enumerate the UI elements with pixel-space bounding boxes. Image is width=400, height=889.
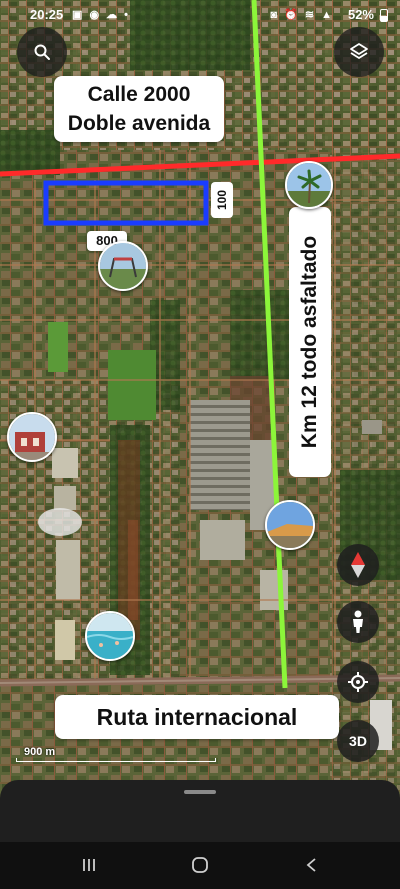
playground-photo-thumb	[100, 243, 146, 289]
back-icon	[306, 858, 316, 872]
status-bar: 20:25 ▣ ◉ ☁ • ◙ ⏰ ≋ ▲ 52%	[0, 0, 400, 30]
highway-label-text: Km 12 todo asfaltado	[298, 235, 321, 449]
street-label: Calle 2000 Doble avenida	[54, 76, 224, 142]
pegman-icon	[353, 610, 363, 633]
recent-apps-button[interactable]	[69, 850, 109, 880]
system-icons: ◙ ⏰ ≋ ▲	[270, 9, 334, 21]
battery-icon	[380, 9, 388, 22]
notification-icons: ▣ ◉ ☁ •	[72, 9, 131, 21]
navigation-bar	[0, 842, 400, 889]
layers-icon	[350, 43, 368, 59]
street-label-line-2: Doble avenida	[67, 112, 211, 135]
view-3d-button[interactable]: 3D	[337, 720, 379, 762]
building-photo-thumb	[9, 414, 55, 460]
photo-marker-warehouse[interactable]	[265, 500, 315, 550]
palm-photo-thumb	[287, 163, 331, 207]
battery-percent: 52%	[347, 7, 374, 22]
compass-icon	[351, 552, 365, 578]
home-icon	[192, 857, 208, 873]
pool-photo-thumb	[87, 613, 133, 659]
warehouse-photo-thumb	[267, 502, 313, 548]
highway-label: Km 12 todo asfaltado	[289, 207, 331, 477]
photo-marker-building[interactable]	[7, 412, 57, 462]
plot-width-text: 100	[215, 189, 229, 211]
photo-marker-playground[interactable]	[98, 241, 148, 291]
scale-label: 900 m	[24, 746, 56, 758]
layers-button[interactable]	[334, 27, 384, 77]
my-location-button[interactable]	[337, 661, 379, 703]
compass-button[interactable]	[337, 544, 379, 586]
photo-marker-pool[interactable]	[85, 611, 135, 661]
search-icon	[34, 44, 50, 60]
street-label-line-1: Calle 2000	[87, 83, 191, 106]
plot-width-label: 100	[211, 182, 233, 218]
back-button[interactable]	[292, 850, 332, 880]
recent-apps-icon	[83, 859, 95, 871]
map-screen: 20:25 ▣ ◉ ☁ • ◙ ⏰ ≋ ▲ 52% Calle 2000 Dob…	[0, 0, 400, 889]
my-location-icon	[348, 672, 368, 692]
street-view-button[interactable]	[337, 601, 379, 643]
search-button[interactable]	[17, 27, 67, 77]
bottom-sheet[interactable]	[0, 780, 400, 842]
status-time: 20:25	[30, 7, 64, 22]
sheet-drag-handle[interactable]	[184, 790, 216, 794]
photo-marker-palm[interactable]	[285, 161, 333, 209]
scale-bar	[16, 758, 216, 762]
home-button[interactable]	[180, 850, 220, 880]
route-label: Ruta internacional	[55, 695, 339, 739]
